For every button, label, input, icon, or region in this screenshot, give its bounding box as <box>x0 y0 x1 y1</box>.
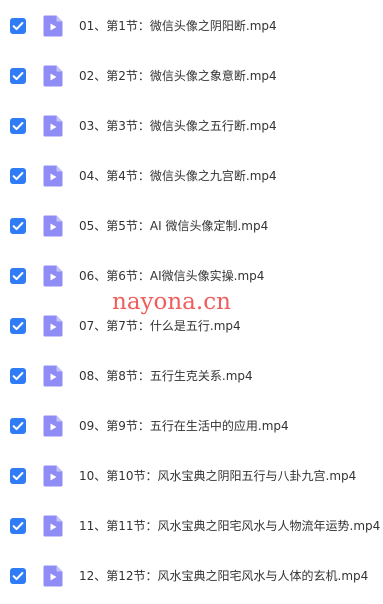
file-row[interactable]: 12、第12节：风水宝典之阳宅风水与人体的玄机.mp4 <box>0 561 383 591</box>
file-name: 07、第7节：什么是五行.mp4 <box>79 319 241 333</box>
file-row[interactable]: 11、第11节：风水宝典之阳宅风水与人物流年运势.mp4 <box>0 511 383 541</box>
file-name: 10、第10节：风水宝典之阴阳五行与八卦九宫.mp4 <box>79 469 357 483</box>
video-file-icon <box>42 564 64 588</box>
video-file-icon <box>42 264 64 288</box>
file-row[interactable]: 04、第4节：微信头像之九宫断.mp4 <box>0 161 383 191</box>
file-name: 11、第11节：风水宝典之阳宅风水与人物流年运势.mp4 <box>79 519 381 533</box>
file-name: 05、第5节：AI 微信头像定制.mp4 <box>79 219 269 233</box>
video-file-icon <box>42 14 64 38</box>
checkmark-icon <box>12 122 24 131</box>
row-checkbox[interactable] <box>10 218 26 234</box>
video-file-icon <box>42 114 64 138</box>
file-row[interactable]: 07、第7节：什么是五行.mp4 <box>0 311 383 341</box>
video-file-icon <box>42 414 64 438</box>
row-checkbox[interactable] <box>10 168 26 184</box>
video-file-icon <box>42 214 64 238</box>
row-checkbox[interactable] <box>10 468 26 484</box>
checkmark-icon <box>12 172 24 181</box>
checkmark-icon <box>12 572 24 581</box>
checkmark-icon <box>12 72 24 81</box>
file-name: 12、第12节：风水宝典之阳宅风水与人体的玄机.mp4 <box>79 569 369 583</box>
file-list: 01、第1节：微信头像之阴阳断.mp4 02、第2节：微信头像之象意断.mp4 … <box>0 0 383 604</box>
row-checkbox[interactable] <box>10 418 26 434</box>
row-checkbox[interactable] <box>10 568 26 584</box>
video-file-icon <box>42 314 64 338</box>
file-name: 08、第8节：五行生克关系.mp4 <box>79 369 253 383</box>
file-name: 01、第1节：微信头像之阴阳断.mp4 <box>79 19 277 33</box>
checkmark-icon <box>12 22 24 31</box>
row-checkbox[interactable] <box>10 518 26 534</box>
file-row[interactable]: 10、第10节：风水宝典之阴阳五行与八卦九宫.mp4 <box>0 461 383 491</box>
video-file-icon <box>42 514 64 538</box>
checkmark-icon <box>12 422 24 431</box>
file-row[interactable]: 03、第3节：微信头像之五行断.mp4 <box>0 111 383 141</box>
row-checkbox[interactable] <box>10 368 26 384</box>
row-checkbox[interactable] <box>10 68 26 84</box>
row-checkbox[interactable] <box>10 318 26 334</box>
checkmark-icon <box>12 272 24 281</box>
file-name: 06、第6节：AI微信头像实操.mp4 <box>79 269 265 283</box>
checkmark-icon <box>12 322 24 331</box>
file-row[interactable]: 06、第6节：AI微信头像实操.mp4 <box>0 261 383 291</box>
checkmark-icon <box>12 372 24 381</box>
file-name: 09、第9节：五行在生活中的应用.mp4 <box>79 419 289 433</box>
file-name: 03、第3节：微信头像之五行断.mp4 <box>79 119 277 133</box>
file-row[interactable]: 05、第5节：AI 微信头像定制.mp4 <box>0 211 383 241</box>
video-file-icon <box>42 64 64 88</box>
checkmark-icon <box>12 522 24 531</box>
file-name: 04、第4节：微信头像之九宫断.mp4 <box>79 169 277 183</box>
row-checkbox[interactable] <box>10 18 26 34</box>
checkmark-icon <box>12 472 24 481</box>
row-checkbox[interactable] <box>10 268 26 284</box>
row-checkbox[interactable] <box>10 118 26 134</box>
file-name: 02、第2节：微信头像之象意断.mp4 <box>79 69 277 83</box>
file-row[interactable]: 09、第9节：五行在生活中的应用.mp4 <box>0 411 383 441</box>
video-file-icon <box>42 364 64 388</box>
file-row[interactable]: 01、第1节：微信头像之阴阳断.mp4 <box>0 11 383 41</box>
video-file-icon <box>42 164 64 188</box>
video-file-icon <box>42 464 64 488</box>
file-row[interactable]: 08、第8节：五行生克关系.mp4 <box>0 361 383 391</box>
checkmark-icon <box>12 222 24 231</box>
file-row[interactable]: 02、第2节：微信头像之象意断.mp4 <box>0 61 383 91</box>
